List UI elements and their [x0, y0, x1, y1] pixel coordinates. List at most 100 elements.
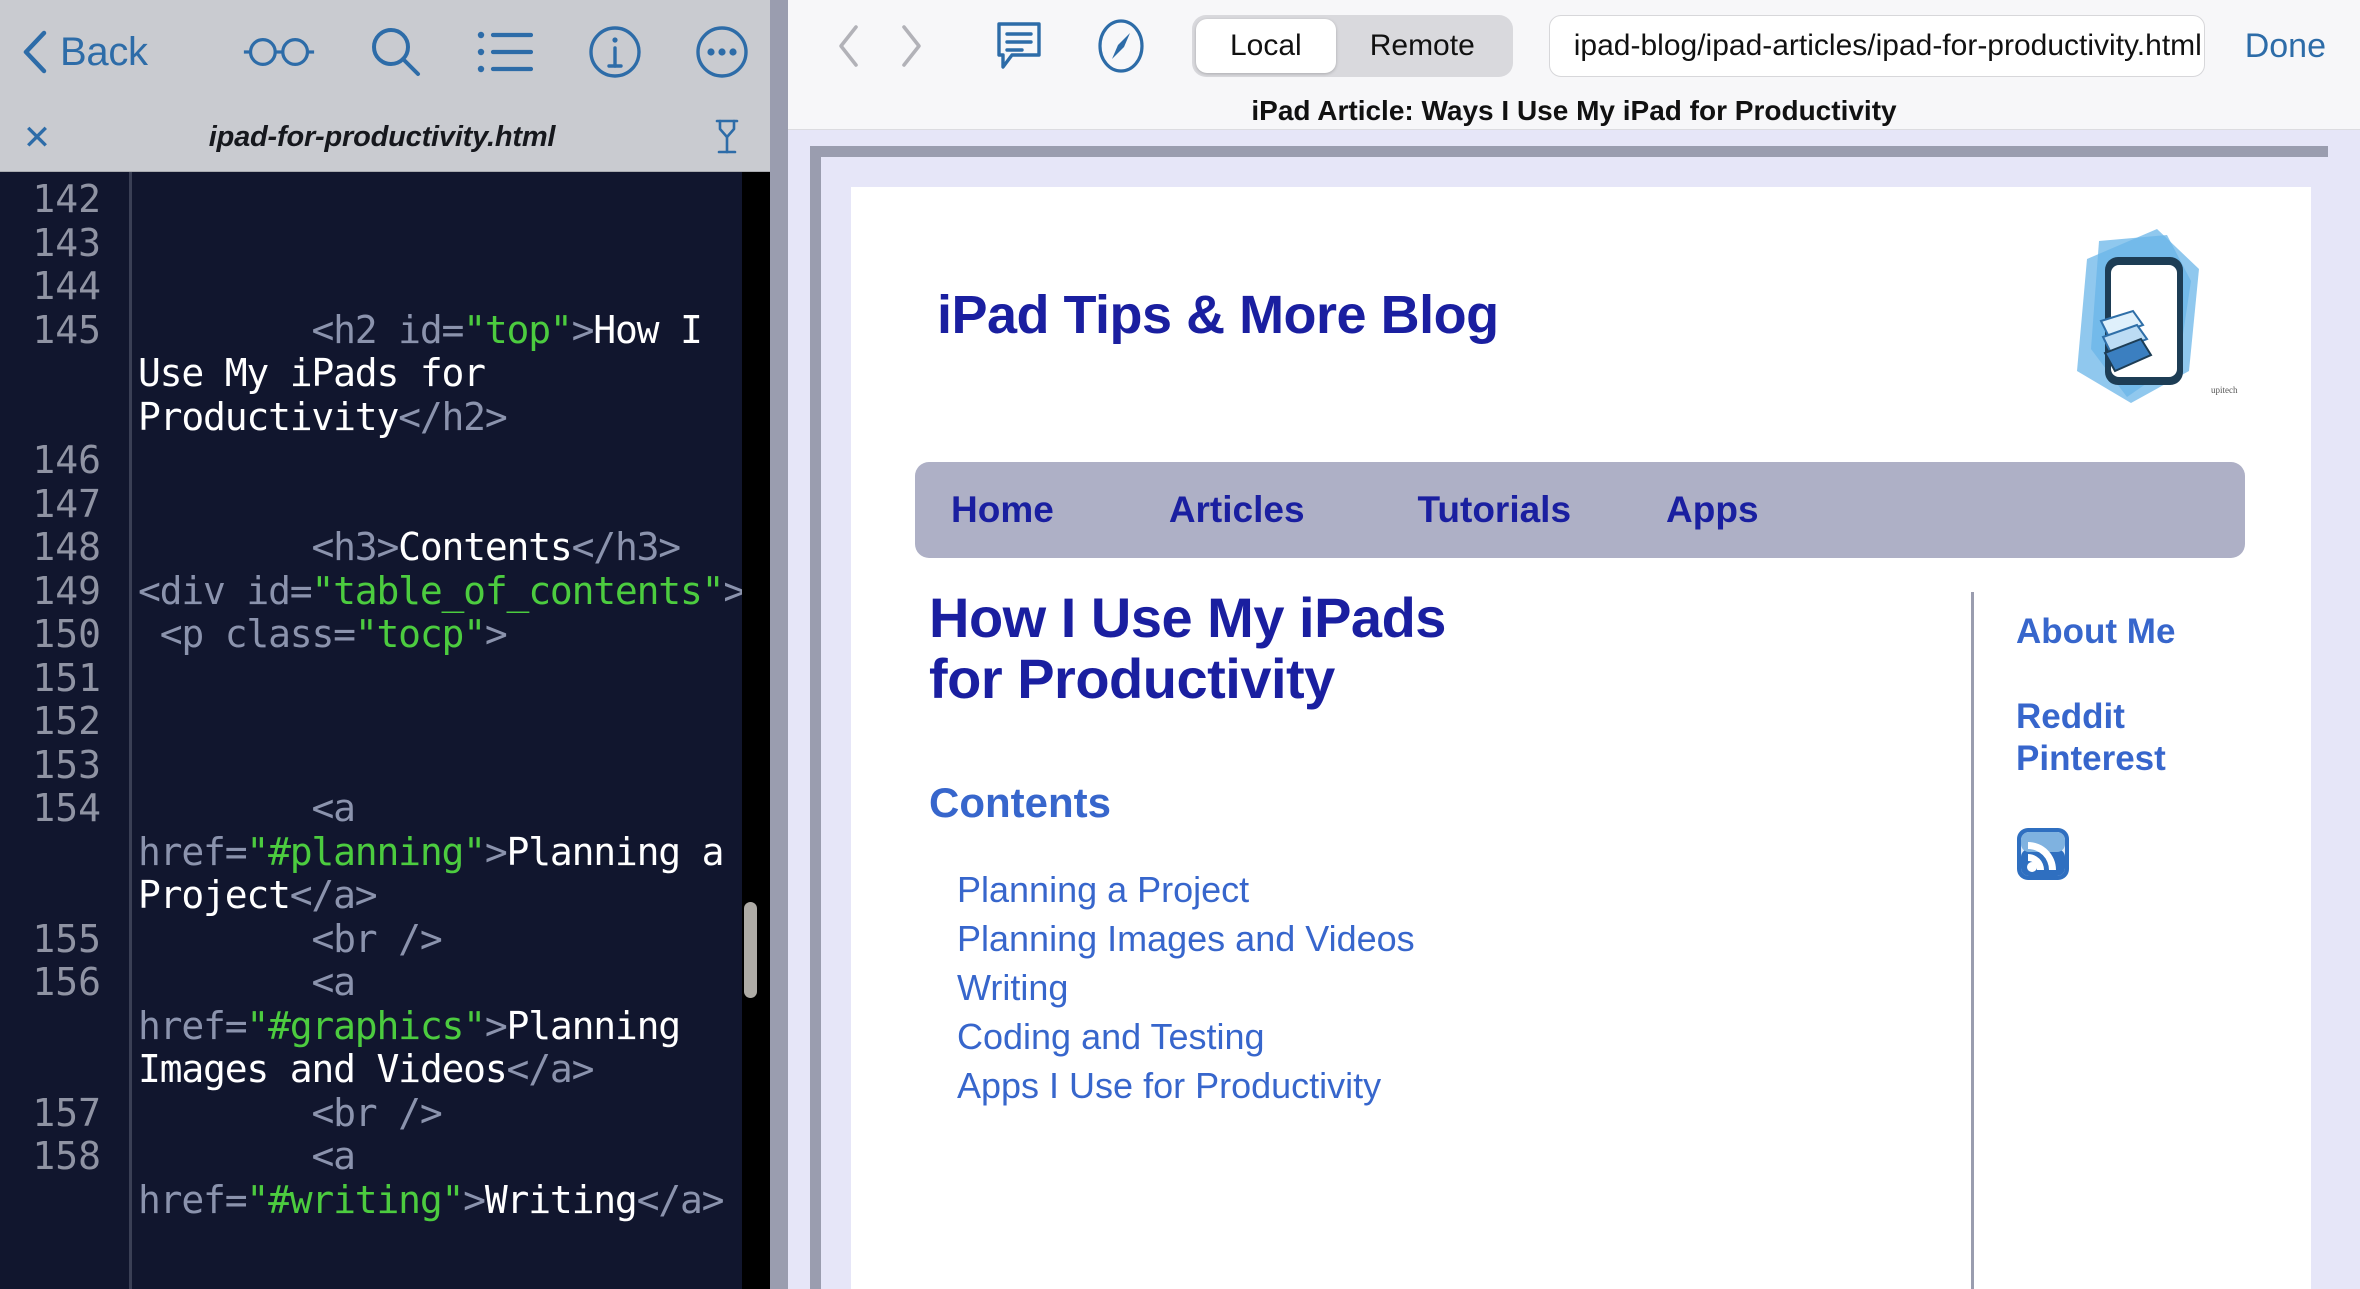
- line-number: 143: [32, 220, 101, 265]
- nav-item-articles[interactable]: Articles: [1169, 489, 1305, 531]
- line-number: 157: [32, 1090, 101, 1135]
- code-line[interactable]: 157 <br />: [0, 1090, 770, 1136]
- toc-link-graphics[interactable]: Planning Images and Videos: [957, 914, 1949, 963]
- segment-remote[interactable]: Remote: [1336, 19, 1509, 73]
- console-icon[interactable]: [988, 15, 1050, 77]
- file-tab-title: ipad-for-productivity.html: [208, 121, 556, 153]
- pin-icon[interactable]: [710, 118, 744, 158]
- toc-link-apps[interactable]: Apps I Use for Productivity: [957, 1061, 1949, 1110]
- code-line-text[interactable]: <br />: [129, 1091, 770, 1136]
- blog-title: iPad Tips & More Blog: [937, 285, 1499, 345]
- code-line-text[interactable]: [129, 178, 770, 222]
- url-input[interactable]: ipad-blog/ipad-articles/ipad-for-product…: [1548, 15, 2205, 77]
- code-line-text[interactable]: <a href="#planning">Planning a Project</…: [129, 786, 770, 918]
- code-line-text[interactable]: [129, 483, 770, 527]
- list-icon[interactable]: [475, 15, 535, 89]
- blog-logo-icon: upitech: [2039, 221, 2239, 411]
- back-label: Back: [60, 29, 148, 74]
- sidebar-link-pinterest[interactable]: Pinterest: [2016, 739, 2311, 779]
- browser-back-icon[interactable]: [818, 15, 880, 77]
- code-line-text[interactable]: [129, 744, 770, 788]
- line-number: 153: [32, 742, 101, 787]
- more-icon[interactable]: [692, 15, 752, 89]
- line-number: 148: [32, 525, 101, 569]
- line-number: 147: [32, 481, 101, 526]
- code-line[interactable]: 155 <br />: [0, 917, 770, 962]
- code-line[interactable]: 158 <a href="#writing">Writing</a>: [0, 1134, 770, 1222]
- editor-toolbar: Back: [0, 0, 770, 104]
- code-line-text[interactable]: [129, 222, 770, 266]
- article-title: How I Use My iPads for Productivity: [929, 586, 1446, 710]
- pane-divider[interactable]: [770, 0, 788, 1289]
- code-line-text[interactable]: <a href="#writing">Writing</a>: [129, 1134, 770, 1222]
- code-line[interactable]: 145 <h2 id="top">How I Use My iPads for …: [0, 308, 770, 440]
- nav-item-home[interactable]: Home: [951, 489, 1054, 531]
- close-icon[interactable]: ✕: [20, 118, 54, 158]
- code-line[interactable]: 156 <a href="#graphics">Planning Images …: [0, 960, 770, 1092]
- content-sidebar-divider: [1971, 592, 1974, 1289]
- code-line-text[interactable]: <div id="table_of_contents">: [129, 569, 770, 614]
- line-number: 150: [32, 612, 101, 656]
- code-line[interactable]: 151: [0, 655, 770, 701]
- code-line[interactable]: 152: [0, 699, 770, 744]
- site-navigation: Home Articles Tutorials Apps: [915, 462, 2245, 558]
- line-number: 154: [32, 786, 101, 830]
- article-column: How I Use My iPads for Productivity Cont…: [929, 587, 1949, 1110]
- safari-compass-icon[interactable]: [1090, 15, 1152, 77]
- code-line[interactable]: 147: [0, 481, 770, 527]
- code-line-text[interactable]: [129, 265, 770, 309]
- browser-pane: Local Remote ipad-blog/ipad-articles/ipa…: [788, 0, 2360, 1289]
- line-number: 149: [32, 568, 101, 613]
- info-icon[interactable]: [585, 15, 645, 89]
- page-sidebar: About Me Reddit Pinterest: [2016, 587, 2311, 881]
- code-area[interactable]: 142 143 144 145 <h2 id="top">How I Use M…: [0, 172, 770, 1289]
- code-line[interactable]: 142: [0, 177, 770, 222]
- line-number: 144: [32, 264, 101, 308]
- page-content: iPad Tips & More Blog upitech Home Artic…: [851, 187, 2311, 1289]
- code-line[interactable]: 144: [0, 264, 770, 309]
- code-line[interactable]: 143: [0, 220, 770, 266]
- toc-link-writing[interactable]: Writing: [957, 963, 1949, 1012]
- code-line[interactable]: 148 <h3>Contents</h3>: [0, 525, 770, 570]
- done-button[interactable]: Done: [2233, 27, 2338, 66]
- code-lines: 142 143 144 145 <h2 id="top">How I Use M…: [0, 172, 770, 1289]
- editor-vertical-scrollbar[interactable]: [744, 902, 757, 998]
- code-line-text[interactable]: [129, 700, 770, 744]
- code-line[interactable]: 150 <p class="tocp">: [0, 612, 770, 657]
- code-line-text[interactable]: <h3>Contents</h3>: [129, 525, 770, 570]
- code-line-text[interactable]: [129, 439, 770, 483]
- nav-item-apps[interactable]: Apps: [1666, 489, 1759, 531]
- code-line-text[interactable]: [129, 657, 770, 701]
- sidebar-link-about-me[interactable]: About Me: [2016, 612, 2311, 652]
- code-line-text[interactable]: <p class="tocp">: [129, 612, 770, 657]
- code-line[interactable]: 153: [0, 742, 770, 788]
- glasses-icon[interactable]: [242, 15, 316, 89]
- code-line[interactable]: 149 <div id="table_of_contents">: [0, 568, 770, 614]
- toc-link-coding[interactable]: Coding and Testing: [957, 1012, 1949, 1061]
- back-button[interactable]: Back: [18, 28, 148, 76]
- nav-item-tutorials[interactable]: Tutorials: [1418, 489, 1572, 531]
- rss-feed-icon[interactable]: [2016, 827, 2070, 881]
- code-line-text[interactable]: <br />: [129, 917, 770, 962]
- line-number: 142: [32, 177, 101, 221]
- file-tab[interactable]: ✕ ipad-for-productivity.html: [0, 104, 770, 172]
- code-editor-pane: Back ✕ ipad-for-productivity.html 142 14…: [0, 0, 770, 1289]
- line-number: 158: [32, 1134, 101, 1178]
- code-line-text[interactable]: <a href="#graphics">Planning Images and …: [129, 960, 770, 1092]
- table-of-contents: Planning a Project Planning Images and V…: [929, 865, 1949, 1110]
- back-chevron-icon: [18, 28, 52, 76]
- sidebar-link-reddit[interactable]: Reddit: [2016, 697, 2311, 737]
- line-number: 156: [32, 960, 101, 1004]
- contents-heading: Contents: [929, 779, 1111, 826]
- web-viewport: iPad Tips & More Blog upitech Home Artic…: [788, 130, 2360, 1289]
- editor-right-edge: [742, 172, 770, 1289]
- search-icon[interactable]: [366, 15, 426, 89]
- local-remote-segmented-control[interactable]: Local Remote: [1192, 15, 1513, 77]
- browser-forward-icon[interactable]: [880, 15, 942, 77]
- toc-link-planning[interactable]: Planning a Project: [957, 865, 1949, 914]
- code-line-text[interactable]: <h2 id="top">How I Use My iPads for Prod…: [129, 308, 770, 440]
- segment-local[interactable]: Local: [1196, 19, 1336, 73]
- code-line[interactable]: 146: [0, 438, 770, 483]
- line-number: 151: [32, 655, 101, 700]
- code-line[interactable]: 154 <a href="#planning">Planning a Proje…: [0, 786, 770, 918]
